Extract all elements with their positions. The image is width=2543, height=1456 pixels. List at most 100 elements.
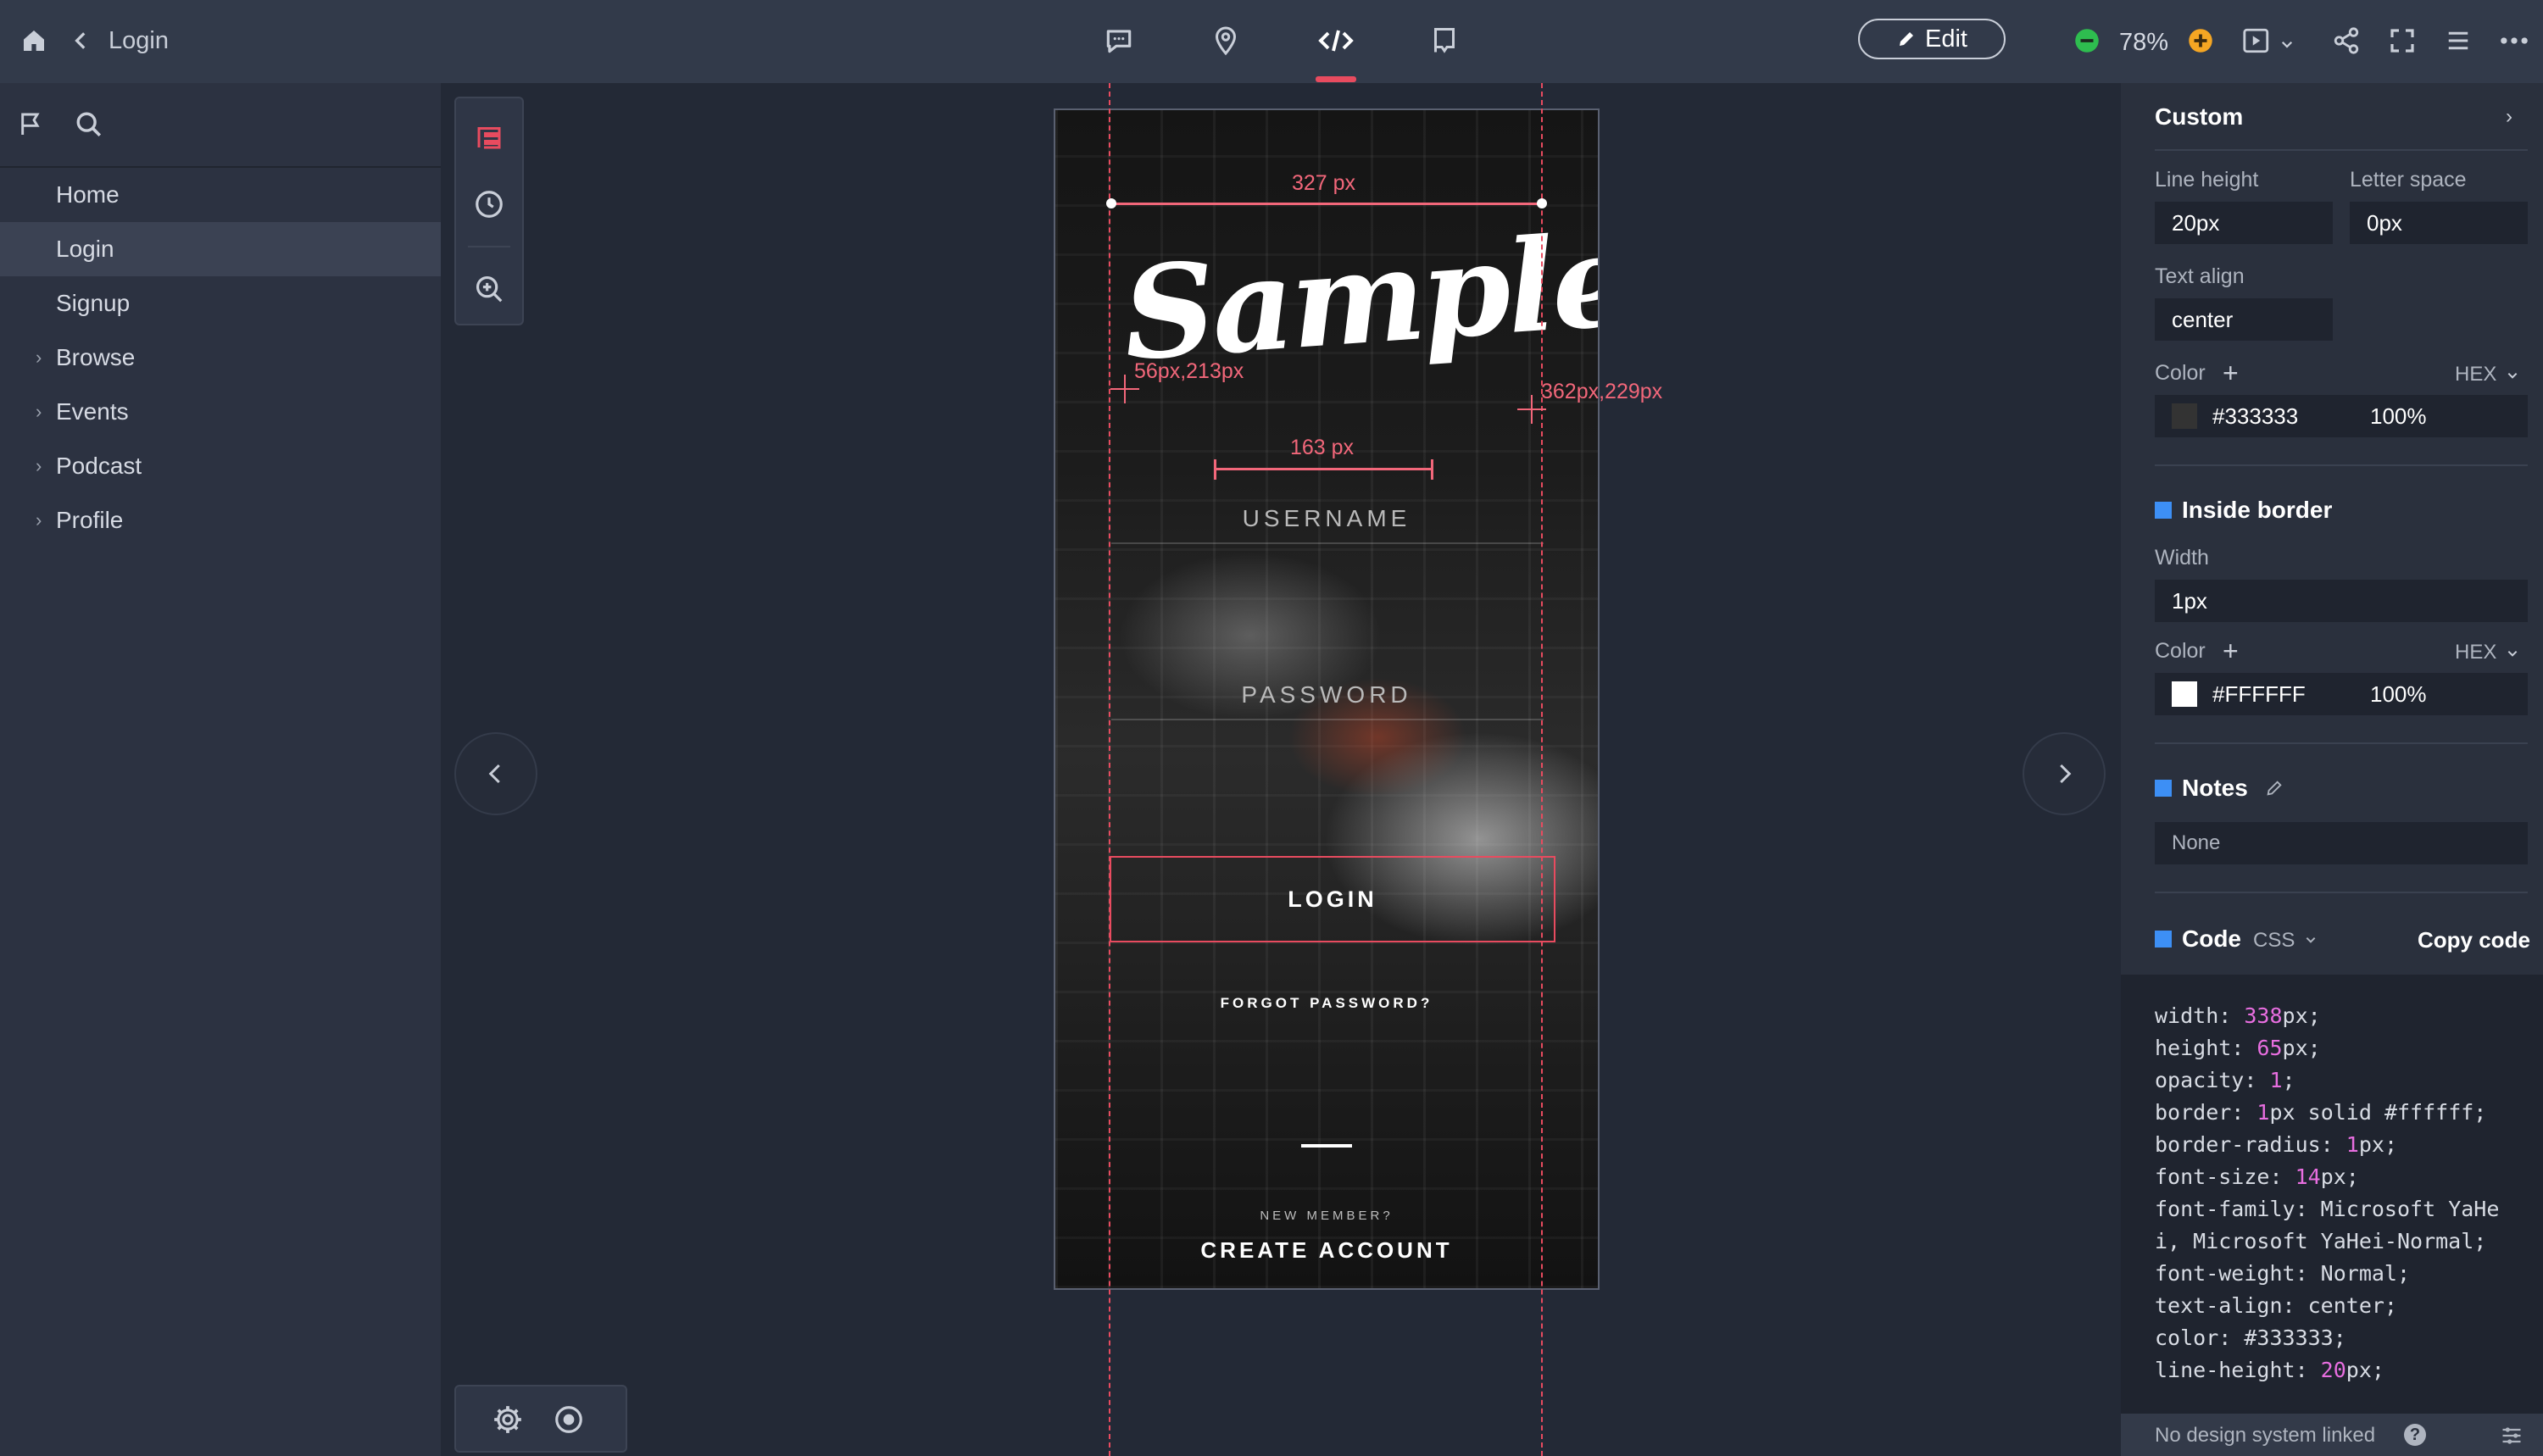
notes-heading: Notes: [2155, 775, 2284, 802]
sidebar-item-events[interactable]: › Events: [0, 385, 441, 439]
code-line-font-weight: font-weight: Normal;: [2155, 1261, 2411, 1286]
menu-icon[interactable]: [2440, 22, 2477, 59]
text-color-hex: #333333: [2212, 403, 2299, 429]
line-height-input[interactable]: 20px: [2155, 202, 2333, 244]
width-measure-label: 327 px: [1292, 171, 1356, 195]
letter-space-input[interactable]: 0px: [2350, 202, 2528, 244]
code-line-line-height: line-height: 20px;: [2155, 1358, 2384, 1382]
active-mode-indicator: [1316, 76, 1356, 82]
back-page-label[interactable]: Login: [109, 27, 169, 55]
forgot-password-link[interactable]: FORGOT PASSWORD?: [1055, 995, 1598, 1012]
border-width-input[interactable]: 1px: [2155, 580, 2528, 622]
flag-icon[interactable]: [17, 110, 44, 139]
panel-divider: [2155, 149, 2528, 151]
sidebar-item-browse[interactable]: › Browse: [0, 331, 441, 385]
design-system-status: No design system linked: [2155, 1424, 2376, 1447]
width-measure-line: [1110, 203, 1543, 205]
next-page-button[interactable]: [2023, 732, 2106, 815]
zoom-out-icon[interactable]: [2070, 24, 2104, 58]
pencil-icon[interactable]: [2265, 779, 2284, 797]
color-swatch: [2172, 403, 2197, 429]
plus-icon[interactable]: +: [2223, 636, 2239, 667]
tool-palette: [454, 97, 524, 325]
layers-icon[interactable]: [473, 122, 505, 153]
text-color-opacity: 100%: [2370, 403, 2427, 429]
settings-gear-icon[interactable]: [492, 1403, 524, 1436]
comment-icon[interactable]: [1100, 22, 1138, 59]
chevron-right-icon[interactable]: ›: [2506, 105, 2512, 129]
code-language-select[interactable]: CSS: [2253, 929, 2295, 953]
measure-tick: [1214, 459, 1216, 480]
text-align-input[interactable]: center: [2155, 298, 2333, 341]
section-checkbox[interactable]: [2155, 780, 2172, 797]
palette-divider: [468, 246, 510, 247]
location-pin-icon[interactable]: [1207, 22, 1244, 59]
zoom-level: 78%: [2119, 29, 2169, 56]
code-icon[interactable]: [1317, 22, 1355, 59]
history-clock-icon[interactable]: [473, 188, 505, 220]
code-line-height: height: 65px;: [2155, 1036, 2321, 1060]
sliders-icon[interactable]: [2499, 1424, 2524, 1448]
edit-button[interactable]: Edit: [1858, 19, 2006, 59]
back-chevron-icon[interactable]: [63, 22, 100, 59]
point-a-label: 56px,213px: [1134, 359, 1244, 383]
share-icon[interactable]: [2328, 22, 2365, 59]
code-line-font-family-cont: i, Microsoft YaHei-Normal;: [2155, 1229, 2487, 1253]
sidebar-item-home[interactable]: Home: [0, 168, 441, 222]
inside-border-title: Inside border: [2182, 497, 2333, 523]
username-field[interactable]: USERNAME: [1055, 505, 1598, 532]
panel-footer: No design system linked ?: [2121, 1414, 2543, 1456]
home-icon[interactable]: [15, 22, 53, 59]
border-color-field[interactable]: #FFFFFF 100%: [2155, 673, 2528, 715]
panel-title: Custom: [2155, 103, 2244, 130]
bookmark-flag-icon[interactable]: [1426, 22, 1463, 59]
section-checkbox[interactable]: [2155, 931, 2172, 948]
chevron-right-icon[interactable]: ›: [36, 509, 42, 531]
notes-field[interactable]: None: [2155, 822, 2528, 864]
chevron-right-icon[interactable]: ›: [36, 455, 42, 477]
css-code-block: width: 338px; height: 65px; opacity: 1; …: [2121, 975, 2543, 1414]
guide-line-right: [1541, 83, 1543, 1456]
color-mode-select[interactable]: HEX: [2455, 363, 2496, 386]
sidebar-item-login[interactable]: Login: [0, 222, 441, 276]
previous-page-button[interactable]: [454, 732, 537, 815]
password-field[interactable]: PASSWORD: [1055, 681, 1598, 709]
code-line-width: width: 338px;: [2155, 1003, 2321, 1028]
chevron-down-icon[interactable]: [2506, 370, 2519, 381]
search-icon[interactable]: [75, 110, 103, 139]
create-account-link[interactable]: CREATE ACCOUNT: [1055, 1237, 1598, 1264]
visibility-eye-icon[interactable]: [553, 1403, 585, 1436]
plus-icon[interactable]: +: [2223, 358, 2239, 389]
preview-play-icon[interactable]: [2238, 22, 2275, 59]
login-button[interactable]: LOGIN: [1110, 856, 1555, 942]
section-checkbox[interactable]: [2155, 502, 2172, 519]
chevron-right-icon[interactable]: ›: [36, 401, 42, 423]
more-options-icon[interactable]: [2496, 22, 2533, 59]
sidebar-item-signup[interactable]: Signup: [0, 276, 441, 331]
chevron-down-icon[interactable]: [2506, 647, 2519, 659]
code-line-border-radius: border-radius: 1px;: [2155, 1132, 2397, 1157]
code-line-color: color: #333333;: [2155, 1325, 2346, 1350]
help-icon[interactable]: ?: [2404, 1424, 2426, 1446]
login-artboard[interactable]: Sample USERNAME PASSWORD LOGIN FORGOT PA…: [1054, 108, 1600, 1290]
chevron-down-icon[interactable]: [2304, 934, 2318, 946]
bottom-toolbar: [454, 1385, 627, 1453]
sidebar-item-podcast[interactable]: › Podcast: [0, 439, 441, 493]
chevron-down-icon[interactable]: [2273, 25, 2301, 63]
pencil-icon: [1900, 32, 1913, 46]
zoom-in-icon[interactable]: [2184, 24, 2217, 58]
fullscreen-icon[interactable]: [2384, 22, 2421, 59]
username-underline: [1111, 542, 1544, 544]
sidebar-item-label: Browse: [56, 344, 136, 370]
sidebar-item-profile[interactable]: › Profile: [0, 493, 441, 547]
code-heading: Code: [2155, 925, 2241, 953]
text-color-field[interactable]: #333333 100%: [2155, 395, 2528, 437]
copy-code-button[interactable]: Copy code: [2418, 927, 2530, 953]
border-color-mode-select[interactable]: HEX: [2455, 641, 2496, 664]
chevron-right-icon: [2060, 764, 2072, 784]
chevron-right-icon[interactable]: ›: [36, 347, 42, 369]
guide-line-left: [1109, 83, 1110, 1456]
border-color-label: Color: [2155, 639, 2206, 663]
zoom-inspect-icon[interactable]: [473, 273, 505, 305]
line-height-label: Line height: [2155, 168, 2259, 192]
